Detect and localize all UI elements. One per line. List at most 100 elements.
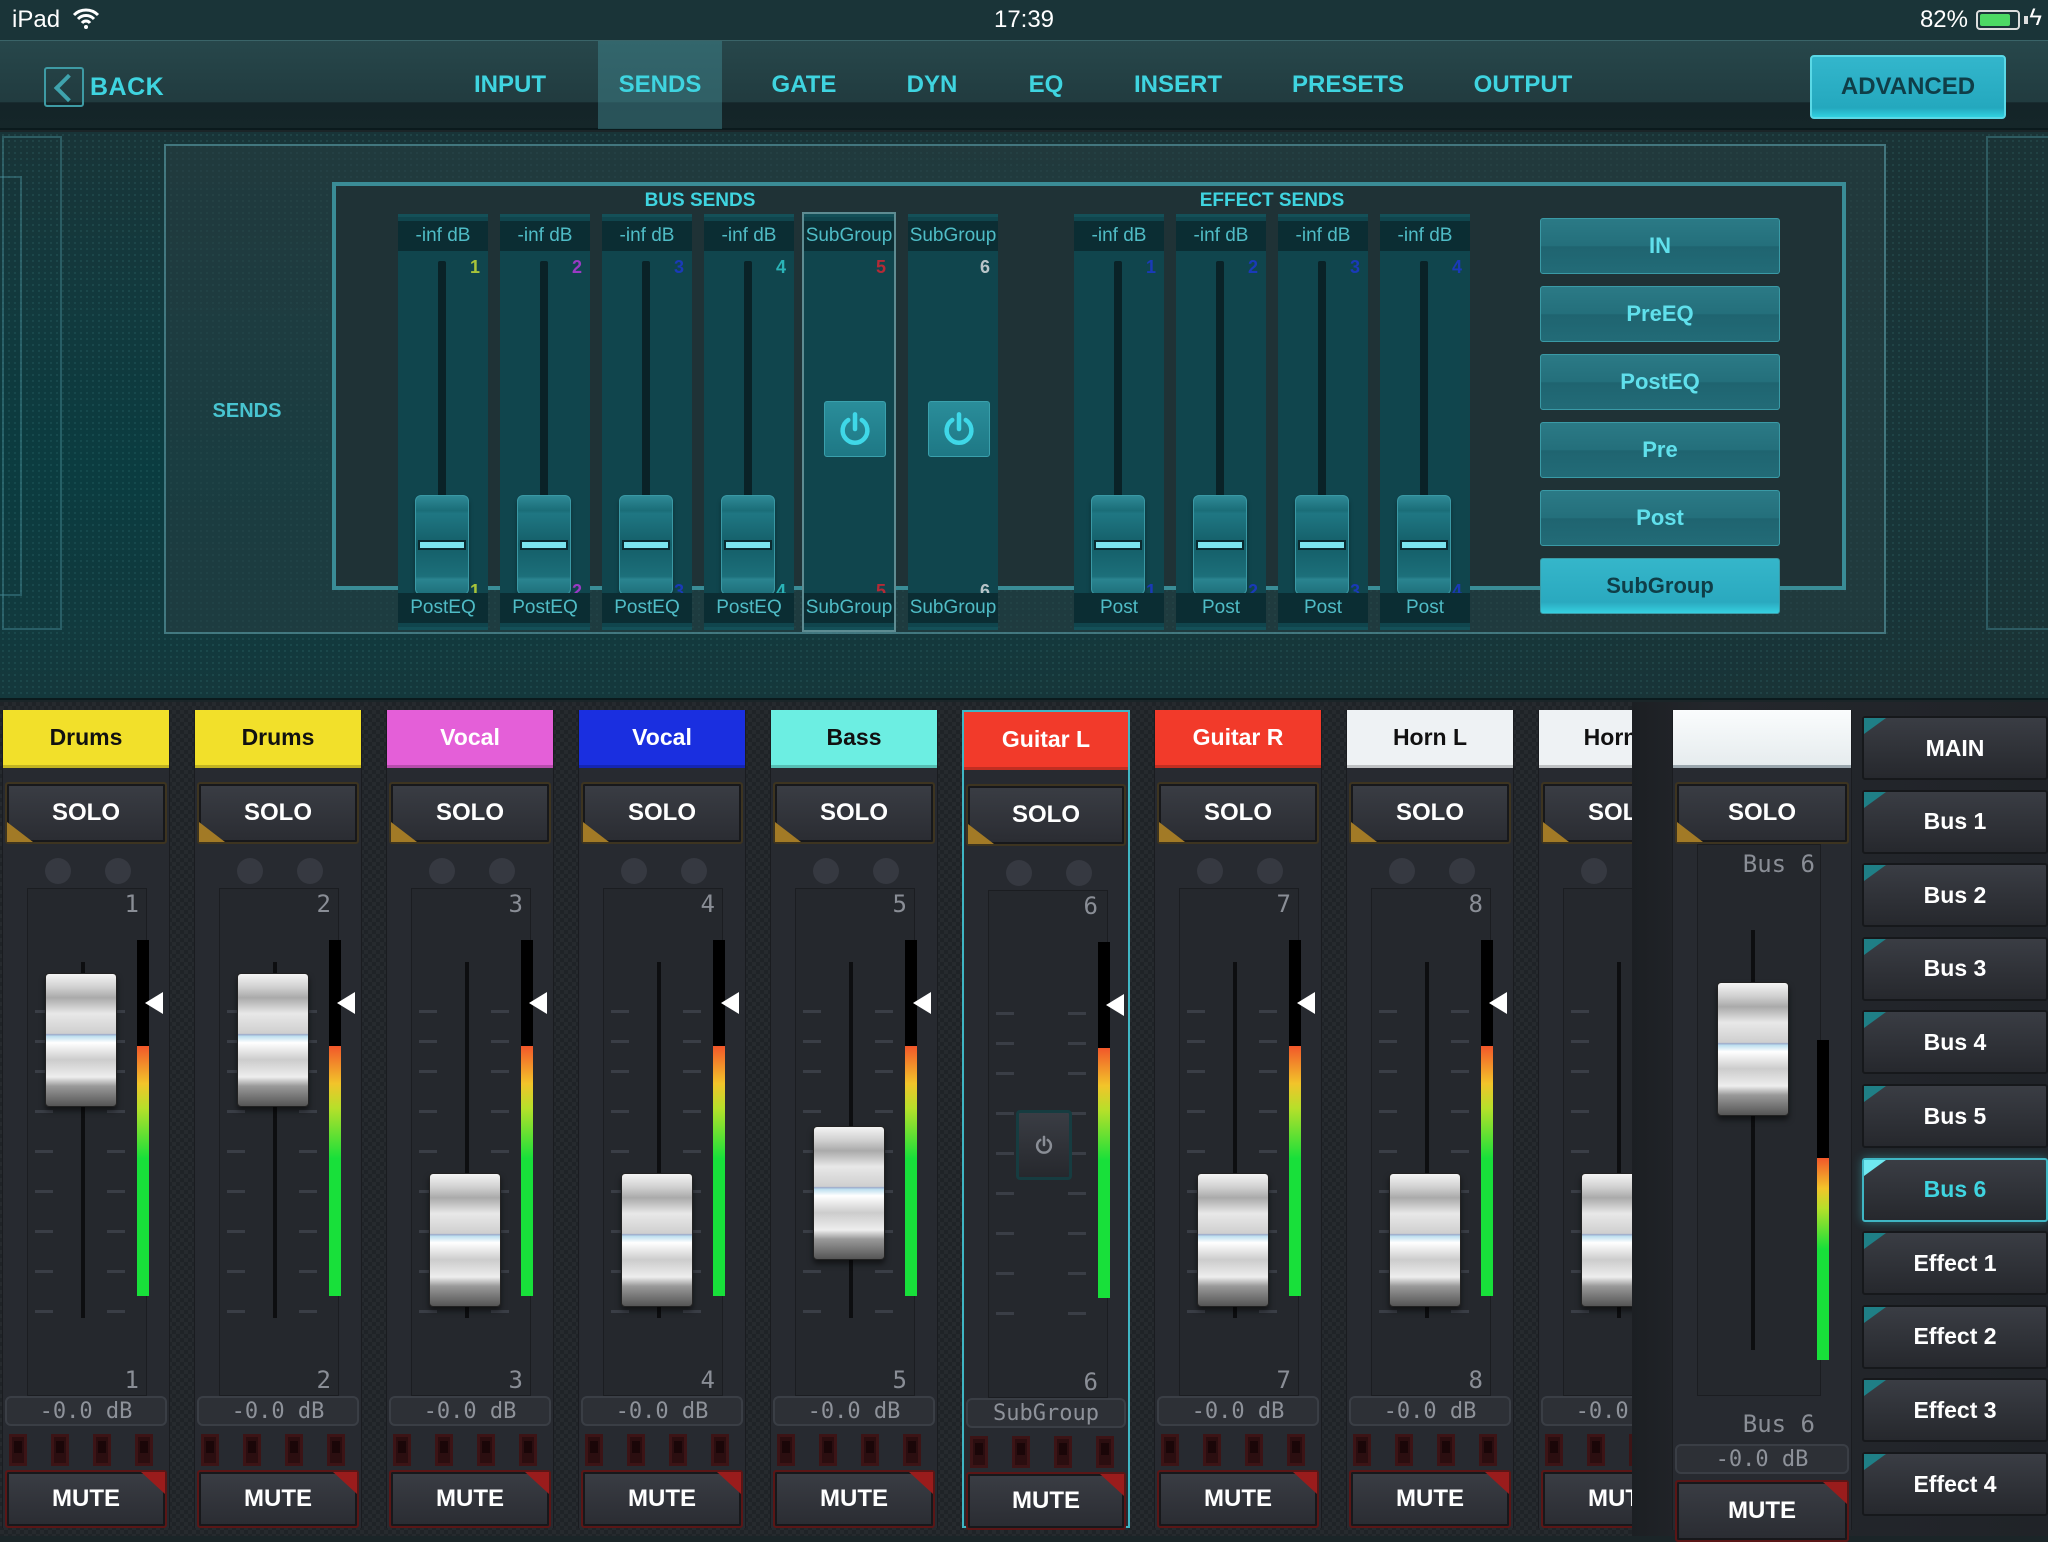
channel-name[interactable]: Guitar L [964,712,1128,770]
level-pointer[interactable] [721,992,739,1014]
bus-select-effect-4[interactable]: Effect 4 [1862,1452,2048,1516]
bus-solo-button[interactable]: SOLO [1675,782,1849,844]
db-readout: -0.0 dB [197,1396,359,1426]
bus-select-effect-1[interactable]: Effect 1 [1862,1231,2048,1296]
solo-button[interactable]: SOLO [1349,782,1511,844]
level-pointer[interactable] [1489,992,1507,1014]
bus-select-bus-6[interactable]: Bus 6 [1862,1157,2048,1222]
channel-name[interactable]: Drums [3,710,169,768]
power-icon[interactable] [1016,1110,1072,1180]
advanced-button[interactable]: ADVANCED [1810,55,2006,119]
solo-button[interactable]: SOLO [966,784,1126,846]
mute-button[interactable]: MUTE [389,1470,551,1528]
level-pointer[interactable] [337,992,355,1014]
scale-tick [35,1310,53,1313]
tap-mode-in[interactable]: IN [1540,218,1780,274]
level-pointer[interactable] [913,992,931,1014]
fader-knob[interactable] [1581,1172,1636,1307]
back-button[interactable]: BACK [44,65,164,109]
tab-sends[interactable]: SENDS [598,41,722,129]
bus-mute-button[interactable]: MUTE [1675,1480,1849,1542]
tap-mode-posteq[interactable]: PostEQ [1540,354,1780,410]
scale-tick [996,1072,1014,1075]
bus-master-name[interactable] [1673,710,1851,768]
channel-name[interactable]: Guitar R [1155,710,1321,768]
mute-button[interactable]: MUTE [1349,1470,1511,1528]
bus-send-fader-knob[interactable] [517,495,571,595]
fader-knob[interactable] [1197,1172,1269,1307]
bus-send-tap[interactable]: PostEQ [398,593,488,623]
bus-send-fader-knob[interactable] [721,495,775,595]
fader-knob[interactable] [237,973,309,1108]
channel-name[interactable]: Drums [195,710,361,768]
solo-button[interactable]: SOLO [1157,782,1319,844]
solo-button[interactable]: SOLO [773,782,935,844]
effect-send-tap[interactable]: Post [1380,593,1470,623]
fader-knob[interactable] [813,1126,885,1261]
bus-select-effect-2[interactable]: Effect 2 [1862,1304,2048,1369]
effect-send-tap[interactable]: Post [1074,593,1164,623]
mute-button[interactable]: MUTE [1541,1470,1636,1528]
solo-button[interactable]: SOLO [1541,782,1636,844]
mute-button[interactable]: MUTE [773,1470,935,1528]
channel-name[interactable]: Horn L [1347,710,1513,768]
tab-presets[interactable]: PRESETS [1276,41,1420,129]
fader-knob[interactable] [45,973,117,1108]
channel-name[interactable]: Bass [771,710,937,768]
tab-dyn[interactable]: DYN [870,41,994,129]
fader-knob[interactable] [1389,1172,1461,1307]
channel-name[interactable]: Vocal [579,710,745,768]
solo-button[interactable]: SOLO [5,782,167,844]
effect-send-fader-knob[interactable] [1091,495,1145,595]
mute-button[interactable]: MUTE [197,1470,359,1528]
level-pointer[interactable] [529,992,547,1014]
tab-eq[interactable]: EQ [1010,41,1082,129]
bus-select-bus-5[interactable]: Bus 5 [1862,1084,2048,1148]
bus-select-effect-3[interactable]: Effect 3 [1862,1378,2048,1443]
bus-send-tap[interactable]: SubGroup [908,593,998,623]
tap-mode-pre[interactable]: Pre [1540,422,1780,478]
bus-send-tap[interactable]: PostEQ [602,593,692,623]
bus-select-bus-4[interactable]: Bus 4 [1862,1010,2048,1075]
bus-select-main[interactable]: MAIN [1862,716,2048,780]
solo-button[interactable]: SOLO [197,782,359,844]
fader-knob[interactable] [621,1172,693,1307]
solo-button[interactable]: SOLO [581,782,743,844]
bus-send-tap[interactable]: PostEQ [500,593,590,623]
mute-button[interactable]: MUTE [5,1470,167,1528]
bus-send-tap[interactable]: SubGroup [804,593,894,623]
bus-fader-knob[interactable] [1717,981,1789,1116]
level-pointer[interactable] [145,992,163,1014]
tab-insert[interactable]: INSERT [1106,41,1250,129]
channel-name[interactable]: Horn R [1539,710,1636,768]
effect-send-fader-knob[interactable] [1295,495,1349,595]
bus-select-bus-3[interactable]: Bus 3 [1862,936,2048,1001]
effect-send-fader-knob[interactable] [1193,495,1247,595]
power-icon[interactable] [928,401,990,457]
tap-mode-preeq[interactable]: PreEQ [1540,286,1780,342]
mute-button[interactable]: MUTE [581,1470,743,1528]
tab-output[interactable]: OUTPUT [1446,41,1600,129]
bus-send-fader-knob[interactable] [619,495,673,595]
level-pointer[interactable] [1106,994,1124,1016]
bus-select-bus-1[interactable]: Bus 1 [1862,789,2048,854]
mute-button[interactable]: MUTE [1157,1470,1319,1528]
level-pointer[interactable] [1297,992,1315,1014]
channel-name[interactable]: Vocal [387,710,553,768]
channel-number-bottom: 3 [508,1366,523,1394]
bus-select-bus-2[interactable]: Bus 2 [1862,863,2048,928]
tab-gate[interactable]: GATE [736,41,872,129]
power-icon[interactable] [824,401,886,457]
effect-send-fader-knob[interactable] [1397,495,1451,595]
bus-sends-title: BUS SENDS [644,190,756,211]
fader-knob[interactable] [429,1172,501,1307]
effect-send-tap[interactable]: Post [1278,593,1368,623]
tap-mode-subgroup[interactable]: SubGroup [1540,558,1780,614]
solo-button[interactable]: SOLO [389,782,551,844]
mute-button[interactable]: MUTE [966,1472,1126,1530]
tap-mode-post[interactable]: Post [1540,490,1780,546]
bus-send-fader-knob[interactable] [415,495,469,595]
bus-send-tap[interactable]: PostEQ [704,593,794,623]
effect-send-tap[interactable]: Post [1176,593,1266,623]
tab-input[interactable]: INPUT [452,41,568,129]
